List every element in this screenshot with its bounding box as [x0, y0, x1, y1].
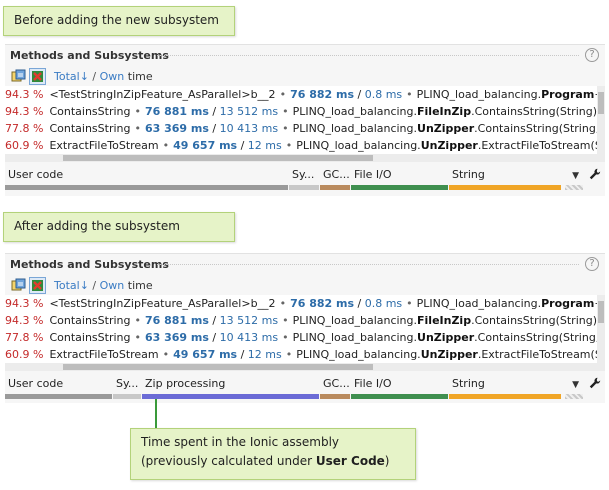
- methods-subsystems-pane-after: Methods and Subsystems ? Total↓ / Own ti…: [5, 253, 605, 403]
- subsystem-system[interactable]: Sy...: [113, 375, 141, 399]
- callout-after-text: After adding the subsystem: [14, 219, 180, 233]
- time-mode-switch: Total↓ / Own time: [54, 278, 153, 292]
- subsystem-string[interactable]: String: [449, 166, 561, 190]
- scrollbar-thumb[interactable]: [598, 301, 604, 323]
- table-row[interactable]: 60.9 % ExtractFileToStream • 49 657 ms / 12…: [5, 137, 597, 154]
- table-row[interactable]: 77.8 % ContainsString • 63 369 ms / 10 413 …: [5, 120, 597, 137]
- scrollbar-thumb[interactable]: [598, 92, 604, 114]
- copy-tree-icon[interactable]: [10, 277, 27, 294]
- subsystem-file-io[interactable]: File I/O: [351, 166, 448, 190]
- title-divider: [157, 264, 579, 265]
- table-row[interactable]: 94.3 % <TestStringInZipFeature_AsParallel…: [5, 295, 597, 312]
- subsystems-bar: User code Sy... Zip processing GC... Fil…: [5, 375, 605, 399]
- callout-note-line2: (previously calculated under User Code): [141, 454, 390, 468]
- subsystem-file-io[interactable]: File I/O: [351, 375, 448, 399]
- chevron-down-icon[interactable]: ▼: [572, 171, 579, 181]
- help-icon[interactable]: ?: [585, 257, 599, 271]
- vertical-scrollbar[interactable]: [597, 295, 605, 363]
- methods-list: 94.3 % <TestStringInZipFeature_AsParallel…: [5, 295, 597, 363]
- callout-note-line1: Time spent in the Ionic assembly: [141, 435, 340, 449]
- own-time-link[interactable]: Own: [100, 279, 125, 292]
- callout-before: Before adding the new subsystem: [3, 6, 235, 36]
- subsystem-string[interactable]: String: [449, 375, 561, 399]
- chevron-down-icon[interactable]: ▼: [572, 380, 579, 390]
- horizontal-scrollbar[interactable]: [5, 154, 605, 162]
- callout-leader-line: [155, 399, 157, 429]
- subsystems-bar: User code Sy... GC... File I/O String ▼: [5, 166, 605, 190]
- wrench-icon[interactable]: [589, 377, 601, 392]
- subsystem-user-code[interactable]: User code: [5, 166, 288, 190]
- excel-export-icon[interactable]: [29, 67, 46, 85]
- callout-note: Time spent in the Ionic assembly (previo…: [130, 428, 416, 480]
- excel-export-icon[interactable]: [29, 276, 46, 294]
- total-time-link[interactable]: Total↓: [54, 70, 89, 83]
- table-row[interactable]: 94.3 % <TestStringInZipFeature_AsParallel…: [5, 86, 597, 103]
- methods-list: 94.3 % <TestStringInZipFeature_AsParallel…: [5, 86, 597, 154]
- methods-subsystems-pane-before: Methods and Subsystems ? Total↓ / Own ti…: [5, 44, 605, 196]
- callout-before-text: Before adding the new subsystem: [14, 13, 219, 27]
- other-subsystems-stripe: [565, 394, 583, 399]
- help-icon[interactable]: ?: [585, 48, 599, 62]
- other-subsystems-stripe: [565, 185, 583, 190]
- time-mode-switch: Total↓ / Own time: [54, 69, 153, 83]
- table-row[interactable]: 60.9 % ExtractFileToStream • 49 657 ms / 12…: [5, 346, 597, 363]
- subsystem-gc[interactable]: GC...: [320, 375, 350, 399]
- subsystem-gc[interactable]: GC...: [320, 166, 350, 190]
- pane-title: Methods and Subsystems: [10, 258, 169, 271]
- subsystem-zip-processing[interactable]: Zip processing: [142, 375, 319, 399]
- subsystem-tools: ▼: [572, 377, 601, 392]
- wrench-icon[interactable]: [589, 168, 601, 183]
- table-row[interactable]: 94.3 % ContainsString • 76 881 ms / 13 512 …: [5, 312, 597, 329]
- own-time-link[interactable]: Own: [100, 70, 125, 83]
- scrollbar-thumb[interactable]: [63, 364, 373, 370]
- horizontal-scrollbar[interactable]: [5, 363, 605, 371]
- toolbar: Total↓ / Own time: [10, 276, 153, 294]
- copy-tree-icon[interactable]: [10, 68, 27, 85]
- toolbar: Total↓ / Own time: [10, 67, 153, 85]
- scrollbar-thumb[interactable]: [63, 155, 373, 161]
- table-row[interactable]: 94.3 % ContainsString • 76 881 ms / 13 512 …: [5, 103, 597, 120]
- callout-after: After adding the subsystem: [3, 212, 235, 242]
- title-divider: [157, 55, 579, 56]
- total-time-link[interactable]: Total↓: [54, 279, 89, 292]
- subsystem-tools: ▼: [572, 168, 601, 183]
- pane-title: Methods and Subsystems: [10, 49, 169, 62]
- vertical-scrollbar[interactable]: [597, 86, 605, 154]
- table-row[interactable]: 77.8 % ContainsString • 63 369 ms / 10 413 …: [5, 329, 597, 346]
- subsystem-user-code[interactable]: User code: [5, 375, 112, 399]
- subsystem-system[interactable]: Sy...: [289, 166, 319, 190]
